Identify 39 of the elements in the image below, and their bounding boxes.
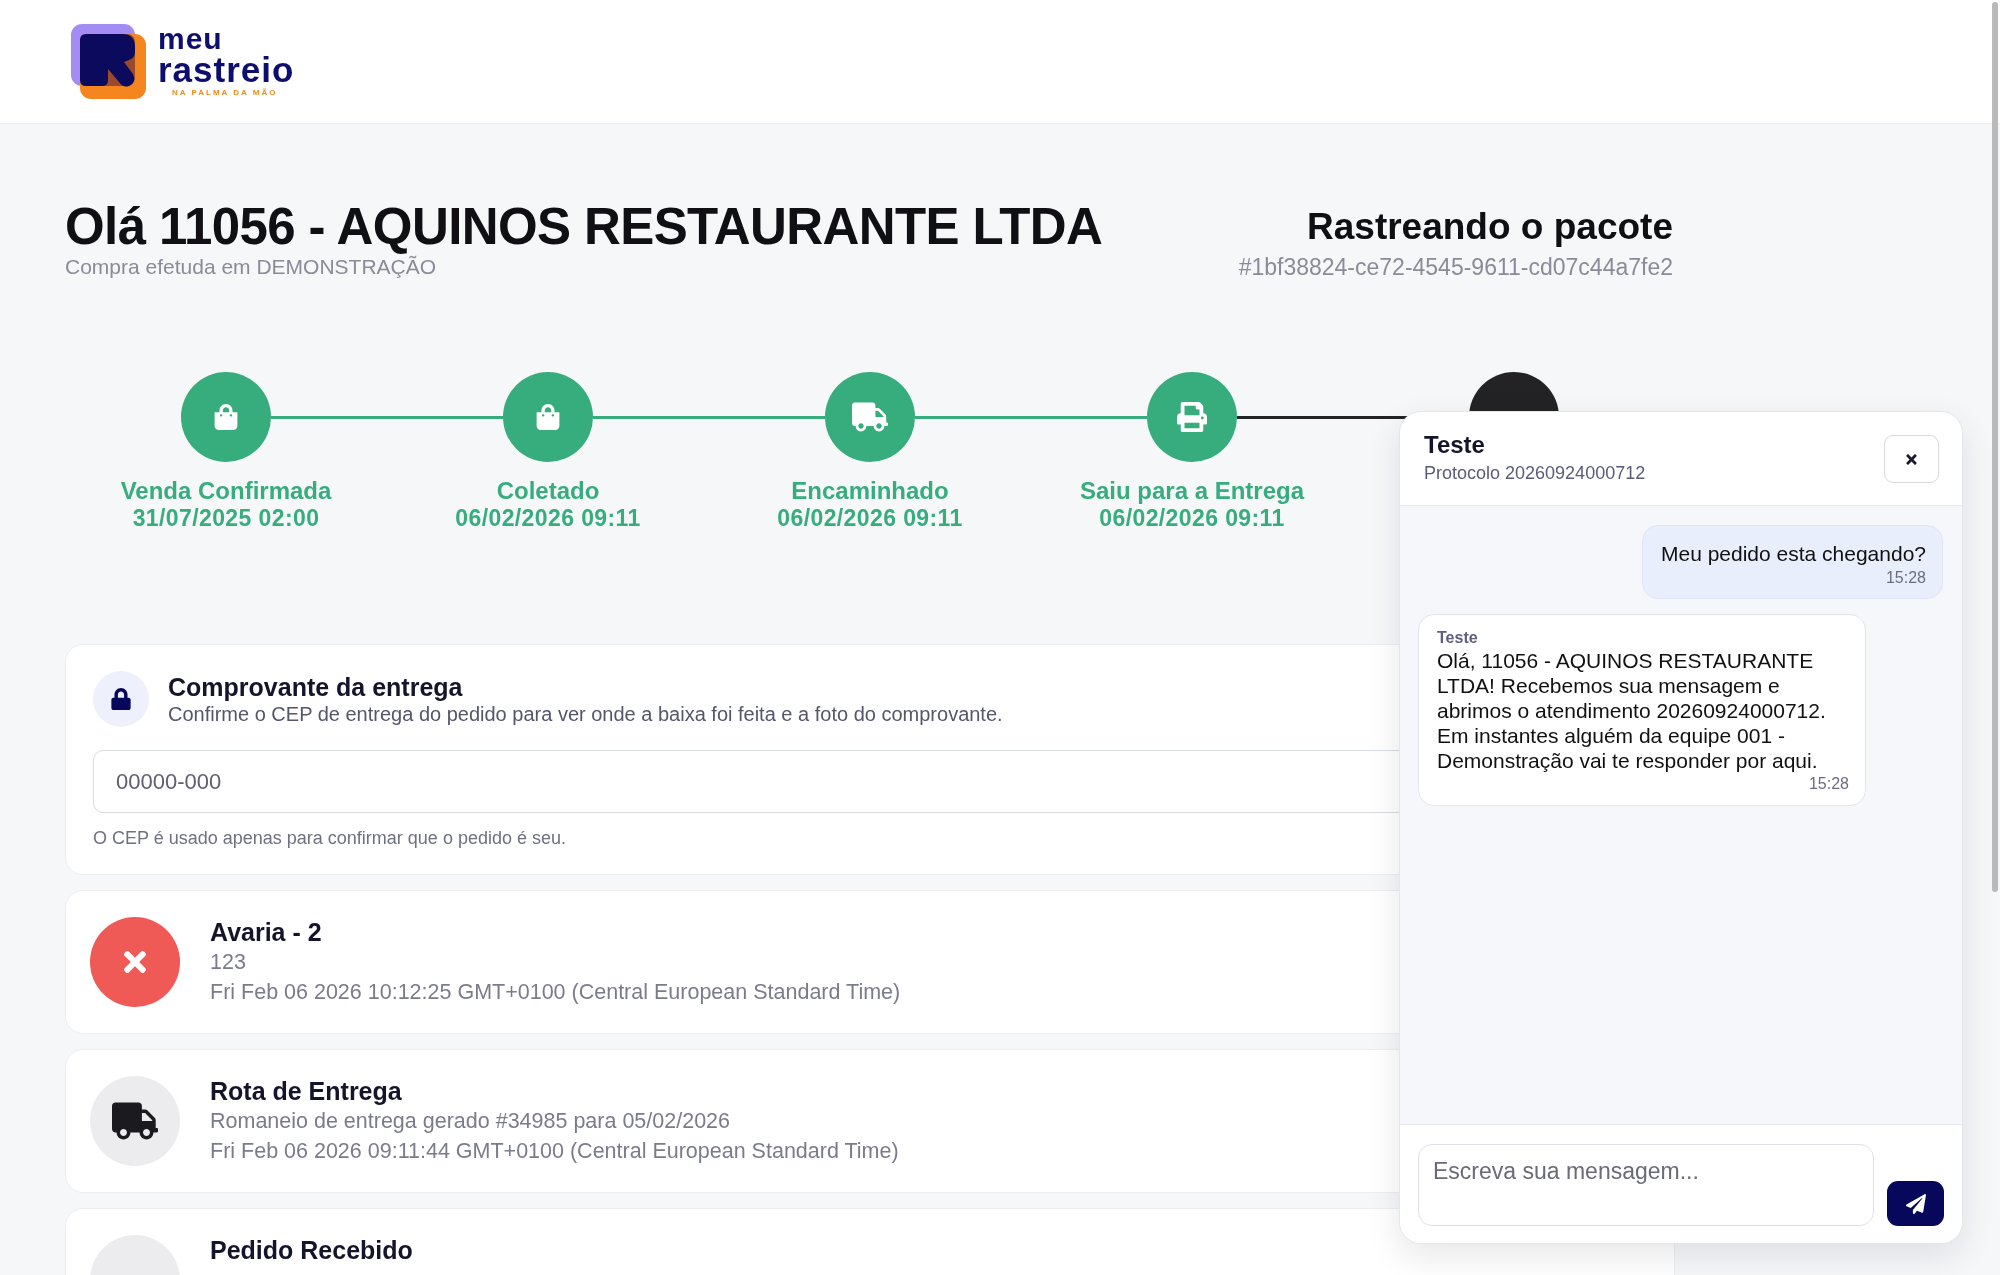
tracking-title: Rastreando o pacote — [1307, 205, 1673, 249]
logo-text: meu — [158, 24, 224, 53]
event-detail: Fri Feb 06 2026 10:12:25 GMT+0100 (Central European Standard Time) — [210, 979, 901, 1006]
step-label: Coletado — [496, 477, 600, 505]
step-date: 06/02/2026 09:11 — [1099, 505, 1285, 531]
step-label: Saiu para a Entrega — [1079, 477, 1305, 505]
step-date: 06/02/2026 09:11 — [777, 505, 963, 531]
message-text: Meu pedido esta chegando? — [1660, 541, 1926, 567]
message-input-field[interactable]: Escreva sua mensagem... — [1418, 1144, 1874, 1226]
card-title: Comprovante da entrega — [168, 672, 464, 702]
event-detail: Romaneio de entrega gerado #34985 para 05/02/2026 — [210, 1108, 731, 1135]
event-title: Rota de Entrega — [210, 1076, 403, 1106]
send-button[interactable] — [1887, 1181, 1944, 1226]
chat-protocol: Protocolo 20260924000712 — [1424, 462, 1646, 485]
cep-note: O CEP é usado apenas para confirmar que o pedido é seu. — [93, 827, 566, 849]
step-date: 31/07/2025 02:00 — [132, 505, 320, 531]
message-sender: Teste — [1437, 628, 1479, 648]
step-label: Encaminhado — [791, 477, 949, 505]
step-date: 06/02/2026 09:11 — [455, 505, 641, 531]
close-button[interactable] — [1884, 435, 1939, 483]
tracking-code: #1bf38824-ce72-4545-9611-cd07c44a7fe2 — [1238, 255, 1673, 279]
message-time: 15:28 — [1808, 774, 1849, 794]
message-time: 15:28 — [1885, 568, 1926, 588]
greeting-subtitle: Compra efetuda em DEMONSTRAÇÃO — [65, 255, 438, 279]
event-detail: 123 — [210, 949, 247, 976]
logo-text: rastreio — [158, 52, 295, 87]
close-icon — [1904, 451, 1919, 467]
event-title: Avaria - 2 — [210, 917, 323, 947]
event-title: Pedido Recebido — [210, 1235, 413, 1265]
chat-title: Teste — [1424, 430, 1486, 460]
logo-tagline: NA PALMA DA MÃO — [172, 86, 279, 99]
paper-plane-icon — [1905, 1193, 1926, 1214]
event-detail: Fri Feb 06 2026 09:11:44 GMT+0100 (Central European Standard Time) — [210, 1138, 899, 1165]
greeting-title: Olá 11056 - AQUINOS RESTAURANTE LTDA — [65, 198, 1103, 255]
card-description: Confirme o CEP de entrega do pedido para ver onde a baixa foi feita e a foto do comprovante. — [168, 702, 1003, 726]
message-text: Olá, 11056 - AQUINOS RESTAURANTE LTDA! Recebemos sua mensagem e abrimos o atendimento 20260924000712. Em instantes alguém da equipe 001 - Demonstração vai te responder por aqui. — [1437, 648, 1827, 773]
lock-icon — [93, 671, 149, 727]
step-label: Venda Confirmada — [120, 477, 332, 505]
scrollbar-thumb[interactable] — [1992, 2, 1998, 892]
